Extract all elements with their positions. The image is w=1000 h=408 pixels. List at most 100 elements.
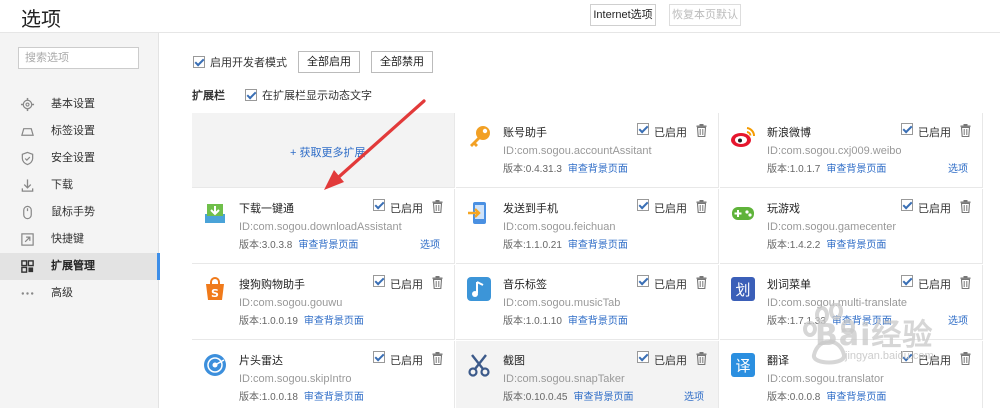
extension-version-row: 版本:1.0.1.10 审查背景页面 <box>503 312 628 327</box>
trash-icon[interactable] <box>696 352 707 366</box>
extension-name: 搜狗购物助手 <box>239 279 305 291</box>
extension-options-link[interactable]: 选项 <box>948 160 968 175</box>
extension-name: 划词菜单 <box>767 279 811 291</box>
inspect-background-link[interactable]: 审查背景页面 <box>573 392 633 403</box>
extension-enabled-label: 已启用 <box>390 355 423 367</box>
trash-icon[interactable] <box>960 200 971 214</box>
trash-icon[interactable] <box>432 200 443 214</box>
extension-version-row: 版本:1.1.0.21 审查背景页面 <box>503 236 628 251</box>
dev-mode-checkbox[interactable] <box>193 56 205 68</box>
svg-text:S: S <box>211 287 219 300</box>
extension-card: 音乐标签 已启用 ID:com.sogou.musicTab 版本:1.0.1.10 审… <box>456 265 719 340</box>
watermark-text: Bai经验 <box>815 318 934 353</box>
extension-version-row: 版本:0.10.0.45 审查背景页面 <box>503 388 633 403</box>
trash-icon[interactable] <box>696 200 707 214</box>
inspect-background-link[interactable]: 审查背景页面 <box>568 164 628 175</box>
sidebar-item-extensions[interactable]: 扩展管理 <box>0 253 160 280</box>
download-icon <box>21 179 34 192</box>
page-title: 选项 <box>21 9 61 31</box>
sidebar-item-label: 高级 <box>51 287 73 299</box>
shortcut-icon <box>21 233 34 246</box>
inspect-background-link[interactable]: 审查背景页面 <box>304 316 364 327</box>
extension-id: ID:com.sogou.snapTaker <box>503 373 625 385</box>
extension-enabled-label: 已启用 <box>390 279 423 291</box>
extension-enabled-checkbox[interactable] <box>637 351 649 363</box>
extensions-icon <box>21 260 34 273</box>
extension-enabled-checkbox[interactable] <box>373 275 385 287</box>
extension-version: 版本:1.0.0.18 <box>239 392 298 403</box>
sidebar-item-security[interactable]: 安全设置 <box>0 145 159 172</box>
extension-enabled-checkbox[interactable] <box>901 275 913 287</box>
extension-enabled-checkbox[interactable] <box>637 123 649 135</box>
extension-id: ID:com.sogou.cxj009.weibo <box>767 145 902 157</box>
weibo-icon <box>730 124 756 150</box>
extension-card: 新浪微博 已启用 ID:com.sogou.cxj009.weibo 版本:1.0.1… <box>720 113 983 188</box>
restore-defaults-button[interactable]: 恢复本页默认 <box>669 4 741 26</box>
trash-icon[interactable] <box>432 276 443 290</box>
gamepad-icon <box>730 200 756 226</box>
sidebar-item-basic[interactable]: 基本设置 <box>0 91 159 118</box>
extension-version: 版本:1.0.0.19 <box>239 316 298 327</box>
download-assistant-icon <box>202 200 228 226</box>
inspect-background-link[interactable]: 审查背景页面 <box>304 392 364 403</box>
search-input[interactable] <box>18 47 139 69</box>
title-bar: 选项 Internet选项 恢复本页默认 <box>0 0 1000 33</box>
sidebar-item-label: 扩展管理 <box>51 260 95 272</box>
extension-version-row: 版本:1.4.2.2 审查背景页面 <box>767 236 886 251</box>
sidebar-item-advanced[interactable]: 高级 <box>0 280 159 307</box>
extension-card: 账号助手 已启用 ID:com.sogou.accountAssitant 版本:0.… <box>456 113 719 188</box>
sidebar-item-mouse-gesture[interactable]: 鼠标手势 <box>0 199 159 226</box>
sidebar-item-tabs[interactable]: 标签设置 <box>0 118 159 145</box>
inspect-background-link[interactable]: 审查背景页面 <box>568 316 628 327</box>
extension-enabled-checkbox[interactable] <box>901 123 913 135</box>
extension-card: S 搜狗购物助手 已启用 ID:com.sogou.gouwu 版本:1.0.0.19 审… <box>192 265 455 340</box>
trash-icon[interactable] <box>696 124 707 138</box>
sidebar-nav: 基本设置 标签设置 安全设置 下载 鼠标手势 快捷键 扩展管理 高级 <box>0 91 160 307</box>
svg-text:划: 划 <box>735 281 750 299</box>
extension-options-link[interactable]: 选项 <box>684 388 704 403</box>
extension-enabled-checkbox[interactable] <box>901 199 913 211</box>
trash-icon[interactable] <box>960 276 971 290</box>
dev-mode-row: 启用开发者模式 全部启用 全部禁用 <box>193 51 433 73</box>
extension-enabled-checkbox[interactable] <box>637 275 649 287</box>
extension-name: 发送到手机 <box>503 203 558 215</box>
extension-enabled-label: 已启用 <box>654 279 687 291</box>
extension-enabled-label: 已启用 <box>654 127 687 139</box>
trash-icon[interactable] <box>432 352 443 366</box>
extension-id: ID:com.sogou.feichuan <box>503 221 616 233</box>
sidebar-item-shortcuts[interactable]: 快捷键 <box>0 226 159 253</box>
extension-version: 版本:1.0.1.7 <box>767 164 821 175</box>
inspect-background-link[interactable]: 审查背景页面 <box>826 164 886 175</box>
send-to-phone-icon <box>466 200 492 226</box>
inspect-background-link[interactable]: 审查背景页面 <box>298 240 358 251</box>
enable-all-button[interactable]: 全部启用 <box>298 51 360 73</box>
extension-card: 截图 已启用 ID:com.sogou.snapTaker 版本:0.10.0.45 审… <box>456 341 719 408</box>
sidebar-item-download[interactable]: 下载 <box>0 172 159 199</box>
extension-version-row: 版本:0.4.31.3 审查背景页面 <box>503 160 628 175</box>
sidebar-item-label: 鼠标手势 <box>51 206 95 218</box>
sidebar: 基本设置 标签设置 安全设置 下载 鼠标手势 快捷键 扩展管理 高级 <box>0 33 160 408</box>
extension-id: ID:com.sogou.translator <box>767 373 884 385</box>
extension-enabled-checkbox[interactable] <box>373 351 385 363</box>
inspect-background-link[interactable]: 审查背景页面 <box>826 392 886 403</box>
internet-options-button[interactable]: Internet选项 <box>590 4 656 26</box>
extension-options-link[interactable]: 选项 <box>420 236 440 251</box>
inspect-background-link[interactable]: 审查背景页面 <box>568 240 628 251</box>
extension-enabled-label: 已启用 <box>918 203 951 215</box>
trash-icon[interactable] <box>960 124 971 138</box>
extension-enabled-checkbox[interactable] <box>373 199 385 211</box>
extension-version: 版本:1.4.2.2 <box>767 240 821 251</box>
disable-all-button[interactable]: 全部禁用 <box>371 51 433 73</box>
extension-version: 版本:1.1.0.21 <box>503 240 562 251</box>
translate-menu-icon: 划 <box>730 276 756 302</box>
extension-version: 版本:0.10.0.45 <box>503 392 568 403</box>
inspect-background-link[interactable]: 审查背景页面 <box>826 240 886 251</box>
extension-enabled-label: 已启用 <box>918 127 951 139</box>
trash-icon[interactable] <box>696 276 707 290</box>
extension-card: 下载一键通 已启用 ID:com.sogou.downloadAssistant 版本… <box>192 189 455 264</box>
ext-bar-dynamic-checkbox[interactable] <box>245 89 257 101</box>
extension-enabled-checkbox[interactable] <box>637 199 649 211</box>
radar-icon <box>202 352 228 378</box>
mouse-icon <box>23 205 32 220</box>
shopping-icon: S <box>202 276 228 302</box>
